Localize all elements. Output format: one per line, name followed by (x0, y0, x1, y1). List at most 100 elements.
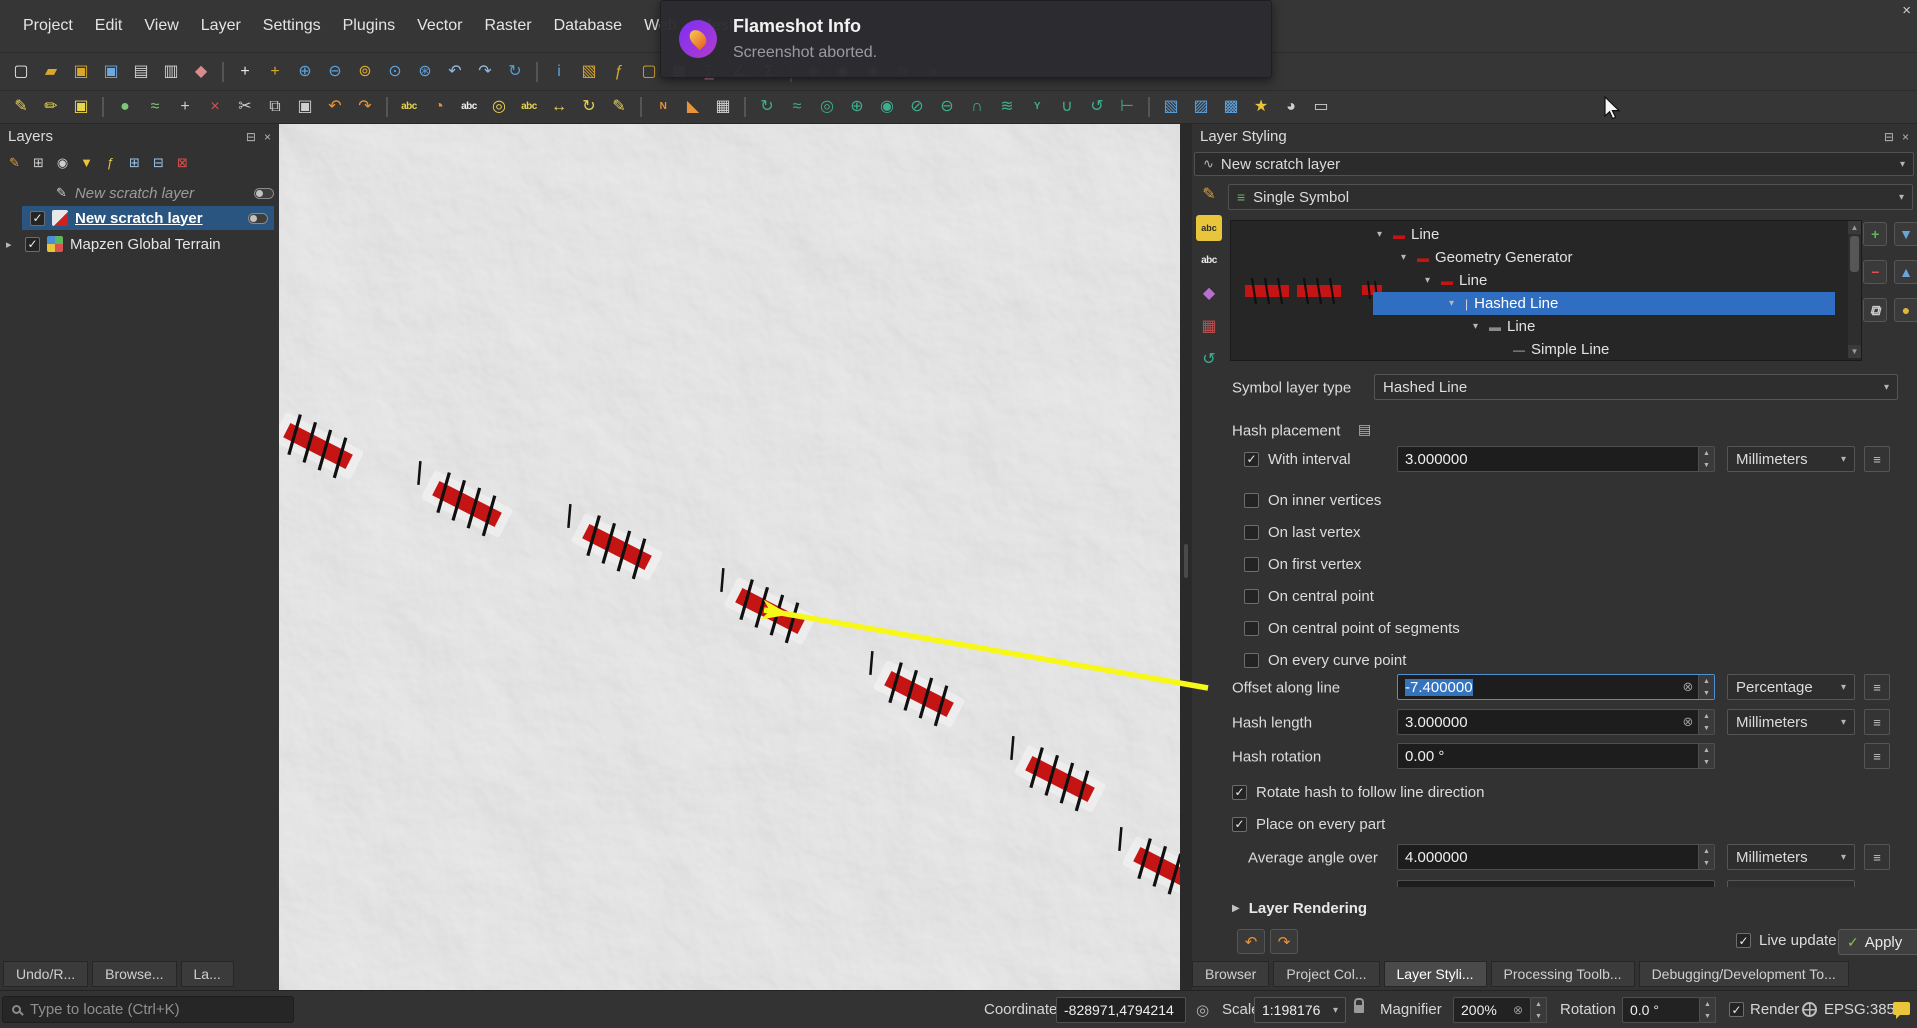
close-panel-icon[interactable]: × (1902, 130, 1909, 144)
symbol-tree-item[interactable]: ▾ ▬ Line (1373, 315, 1835, 338)
menu-item[interactable]: Layer (190, 11, 252, 41)
zoom-full-icon[interactable]: ⊚ (352, 59, 378, 85)
refresh-map-icon[interactable]: ↻ (502, 59, 528, 85)
rotate-feature-icon[interactable]: ↻ (754, 94, 780, 120)
crs-globe-icon[interactable] (1802, 1002, 1817, 1017)
current-edits-icon[interactable]: ✎ (8, 94, 34, 120)
symbol-mode-selector[interactable]: ≡ Single Symbol ▾ (1228, 184, 1913, 210)
tree-caret-icon[interactable]: ▾ (1449, 298, 1465, 309)
rotation-input[interactable]: 0.0 ° (1622, 997, 1700, 1023)
add-group-icon[interactable]: ⊞ (28, 152, 49, 173)
flameshot-notification[interactable]: Flameshot Info Screenshot aborted. (660, 0, 1272, 78)
highlight-labels-icon[interactable]: abc (516, 94, 542, 120)
toggle-editing-icon[interactable]: ✏ (38, 94, 64, 120)
remove-layer-icon[interactable]: ⊠ (172, 152, 193, 173)
undock-panel-icon[interactable]: ⊟ (1884, 130, 1894, 144)
spinner[interactable] (1698, 675, 1714, 699)
with-interval-checkbox[interactable]: ✓ (1244, 451, 1259, 467)
add-symbol-layer-button[interactable]: + (1863, 222, 1887, 246)
placement-option-row[interactable]: On first vertex (1244, 548, 1917, 580)
place-on-every-part-row[interactable]: ✓ Place on every part (1232, 811, 1385, 837)
edit-indicator-toggle[interactable] (254, 187, 274, 199)
hash-rotation-input[interactable]: 0.00 ° (1397, 743, 1715, 769)
spinner[interactable] (1698, 845, 1714, 869)
offset-along-line-input[interactable]: -7.400000 (1397, 674, 1715, 700)
style-redo-button[interactable]: ↷ (1270, 929, 1298, 954)
panel-splitter[interactable] (1180, 124, 1192, 990)
save-project-as-icon[interactable]: ▣ (98, 59, 124, 85)
data-defined-override-button[interactable]: ≡ (1864, 743, 1890, 769)
data-defined-override-button[interactable]: ≡ (1864, 709, 1890, 735)
new-print-layout-icon[interactable]: ▤ (128, 59, 154, 85)
toolbar-separator[interactable] (744, 97, 746, 117)
dock-tab[interactable]: Debugging/Development To... (1638, 961, 1849, 987)
apply-button[interactable]: ✓ Apply (1838, 929, 1917, 955)
expand-all-icon[interactable]: ⊞ (124, 152, 145, 173)
hash-placement-menu-icon[interactable]: ▤ (1358, 421, 1371, 438)
spinner[interactable] (1698, 710, 1714, 734)
zoom-out-icon[interactable]: ⊖ (322, 59, 348, 85)
menu-item[interactable]: Database (543, 11, 634, 41)
delete-part-icon[interactable]: ⊖ (934, 94, 960, 120)
move-label-icon[interactable]: ↔ (546, 94, 572, 120)
select-features-icon[interactable]: ▧ (576, 59, 602, 85)
rotate-hash-row[interactable]: ✓ Rotate hash to follow line direction (1232, 779, 1484, 805)
messages-icon[interactable] (1893, 1002, 1910, 1019)
clear-value-icon[interactable]: ⊗ (1513, 1003, 1523, 1017)
scroll-down-icon[interactable]: ▼ (1848, 345, 1861, 358)
symbol-tree-item[interactable]: ▾ ▬ Line (1373, 269, 1835, 292)
add-ring-icon[interactable]: ◎ (814, 94, 840, 120)
scroll-up-icon[interactable]: ▲ (1848, 221, 1861, 234)
live-update-checkbox[interactable]: ✓ (1736, 933, 1751, 948)
hash-length-input[interactable]: 3.000000 (1397, 709, 1715, 735)
toolbar-separator[interactable] (640, 97, 642, 117)
menu-item[interactable]: View (133, 11, 189, 41)
symbol-layer-type-combo[interactable]: Hashed Line ▾ (1374, 374, 1898, 400)
dock-tab[interactable]: Layer Styli... (1383, 961, 1487, 987)
menu-item[interactable]: Project (12, 11, 84, 41)
lock-symbol-layer-button[interactable]: ● (1894, 298, 1917, 322)
delete-ring-icon[interactable]: ⊘ (904, 94, 930, 120)
placement-option-row[interactable]: On last vertex (1244, 516, 1917, 548)
mouse-position-icon[interactable]: ◎ (1196, 1001, 1209, 1019)
move-symbol-layer-down-button[interactable]: ▼ (1894, 222, 1917, 246)
dock-tab[interactable]: Browser (1192, 961, 1270, 987)
close-panel-icon[interactable]: × (264, 130, 271, 144)
toolbar-separator[interactable] (222, 61, 224, 82)
zoom-to-layer-icon[interactable]: ⊛ (412, 59, 438, 85)
paste-features-icon[interactable]: ▣ (292, 94, 318, 120)
layer-diagram-icon[interactable]: ◔ (426, 94, 452, 120)
with-interval-unit-combo[interactable]: Millimeters ▾ (1727, 446, 1855, 472)
placement-option-checkbox[interactable] (1244, 524, 1259, 540)
style-manager-icon[interactable]: ◆ (188, 59, 214, 85)
annotation-toolbar-icon[interactable]: ▭ (1308, 94, 1334, 120)
grid-decoration-icon[interactable]: ▦ (710, 94, 736, 120)
show-layout-manager-icon[interactable]: ▥ (158, 59, 184, 85)
live-update-control[interactable]: ✓ Live update (1736, 932, 1837, 949)
rotate-label-icon[interactable]: ↻ (576, 94, 602, 120)
callouts-tab-icon[interactable]: abc (1196, 248, 1222, 274)
change-label-icon[interactable]: ✎ (606, 94, 632, 120)
tree-caret-icon[interactable]: ▾ (1401, 252, 1417, 263)
lock-scale-icon[interactable] (1354, 998, 1364, 1013)
menu-item[interactable]: Vector (406, 11, 473, 41)
move-symbol-layer-up-button[interactable]: ▲ (1894, 260, 1917, 284)
single-labels-icon[interactable]: abc (456, 94, 482, 120)
placement-option-checkbox[interactable] (1244, 588, 1259, 604)
data-defined-override-button[interactable]: ≡ (1864, 844, 1890, 870)
layer-rendering-header[interactable]: ▶ Layer Rendering (1232, 900, 1367, 917)
placement-option-checkbox[interactable] (1244, 652, 1259, 668)
dock-tab[interactable]: Browse... (92, 961, 177, 987)
diagrams-tab-icon[interactable]: ◆ (1196, 281, 1222, 307)
spinner[interactable] (1698, 744, 1714, 768)
menu-item[interactable]: Raster (473, 11, 542, 41)
placement-option-row[interactable]: On inner vertices (1244, 484, 1917, 516)
new-project-icon[interactable]: ▢ (8, 59, 34, 85)
spinner[interactable] (1698, 447, 1714, 471)
symbol-tree-item[interactable]: ▾ | Hashed Line (1373, 292, 1835, 315)
select-freehand-icon[interactable]: ▨ (1188, 94, 1214, 120)
merge-features-icon[interactable]: ∪ (1054, 94, 1080, 120)
undock-panel-icon[interactable]: ⊟ (246, 130, 256, 144)
dock-tab[interactable]: Project Col... (1273, 961, 1380, 987)
locator-search[interactable]: Type to locate (Ctrl+K) (2, 996, 294, 1023)
